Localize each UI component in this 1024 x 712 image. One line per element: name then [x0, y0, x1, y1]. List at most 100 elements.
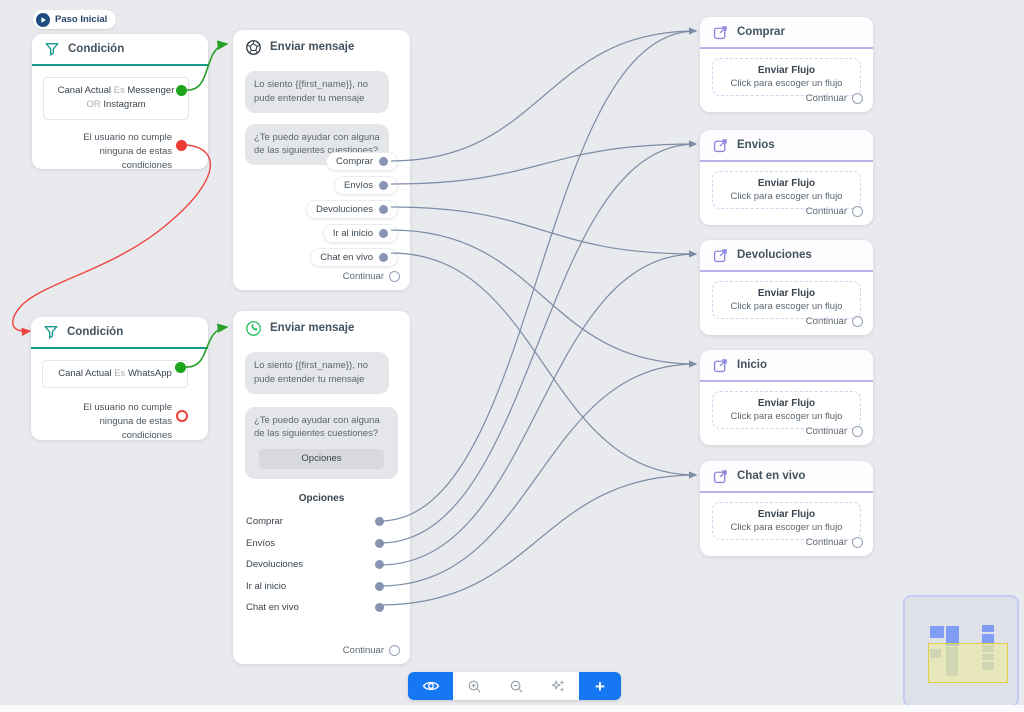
option-label: Comprar: [246, 516, 283, 527]
continue-row[interactable]: Continuar: [806, 93, 863, 104]
option-output-port[interactable]: [375, 603, 384, 612]
choose-flow-button[interactable]: Enviar Flujo Click para escoger un flujo: [712, 171, 861, 209]
choose-flow-subtitle: Click para escoger un flujo: [717, 78, 856, 89]
canvas-toolbar: +: [408, 672, 621, 700]
button-output-port[interactable]: [379, 229, 388, 238]
quick-reply-button[interactable]: Devoluciones: [306, 200, 398, 219]
whatsapp-channel-icon: [245, 320, 262, 337]
quick-reply-button[interactable]: Comprar: [326, 152, 398, 171]
button-output-port[interactable]: [379, 253, 388, 262]
choose-flow-title: Enviar Flujo: [717, 288, 856, 299]
continue-output-port[interactable]: [852, 426, 863, 437]
external-link-icon: [712, 247, 729, 264]
option-row[interactable]: Envíos: [233, 533, 410, 555]
add-step-button[interactable]: +: [579, 672, 621, 700]
condition-node-whatsapp[interactable]: Condición Canal Actual Es WhatsApp El us…: [31, 317, 208, 440]
message-bubble-text: ¿Te puedo ayudar con alguna de las sigui…: [254, 415, 380, 440]
continue-row[interactable]: Continuar: [806, 316, 863, 327]
zoom-out-button[interactable]: [495, 672, 537, 700]
continue-output-port[interactable]: [389, 271, 400, 282]
continue-row[interactable]: Continuar: [343, 271, 400, 282]
continue-label: Continuar: [806, 426, 847, 437]
plus-icon: +: [595, 678, 605, 695]
continue-row[interactable]: Continuar: [343, 645, 400, 656]
option-row[interactable]: Comprar: [233, 511, 410, 533]
rule-value: Messenger: [127, 85, 174, 96]
continue-row[interactable]: Continuar: [806, 206, 863, 217]
choose-flow-title: Enviar Flujo: [717, 65, 856, 76]
option-output-port[interactable]: [375, 560, 384, 569]
choose-flow-subtitle: Click para escoger un flujo: [717, 522, 856, 533]
choose-flow-title: Enviar Flujo: [717, 178, 856, 189]
minimap[interactable]: [903, 595, 1019, 707]
option-output-port[interactable]: [375, 517, 384, 526]
quick-reply-label: Ir al inicio: [333, 228, 373, 239]
quick-reply-button[interactable]: Envíos: [334, 176, 398, 195]
message-node-header: Enviar mensaje: [233, 30, 410, 62]
start-step-badge[interactable]: Paso Inicial: [33, 10, 116, 29]
external-link-icon: [712, 137, 729, 154]
continue-output-port[interactable]: [389, 645, 400, 656]
rule-operator: Es: [114, 85, 125, 96]
send-flow-node[interactable]: Envios Enviar Flujo Click para escoger u…: [700, 130, 873, 225]
flow-node-title: Comprar: [737, 26, 785, 38]
continue-output-port[interactable]: [852, 537, 863, 548]
option-output-port[interactable]: [375, 539, 384, 548]
message-bubble[interactable]: Lo siento {{first_name}}, no pude entend…: [245, 352, 389, 394]
zoom-in-button[interactable]: [453, 672, 495, 700]
option-label: Devoluciones: [246, 559, 303, 570]
send-flow-node[interactable]: Devoluciones Enviar Flujo Click para esc…: [700, 240, 873, 335]
output-port-else[interactable]: [176, 140, 187, 151]
choose-flow-button[interactable]: Enviar Flujo Click para escoger un flujo: [712, 281, 861, 319]
rule-operator: Es: [114, 368, 125, 379]
zoom-in-icon: [467, 679, 482, 694]
button-output-port[interactable]: [379, 157, 388, 166]
quick-reply-button[interactable]: Ir al inicio: [323, 224, 398, 243]
send-flow-node[interactable]: Inicio Enviar Flujo Click para escoger u…: [700, 350, 873, 445]
continue-output-port[interactable]: [852, 206, 863, 217]
filter-icon: [43, 324, 59, 340]
rule-field: Canal Actual: [58, 85, 111, 96]
flow-canvas[interactable]: Paso Inicial Condición Canal Actual Es M…: [0, 0, 1024, 712]
choose-flow-button[interactable]: Enviar Flujo Click para escoger un flujo: [712, 58, 861, 96]
condition-rule[interactable]: Canal Actual Es WhatsApp: [42, 360, 188, 388]
minimap-viewport[interactable]: [928, 643, 1008, 683]
output-port-match[interactable]: [175, 362, 186, 373]
option-row[interactable]: Ir al inicio: [233, 576, 410, 598]
continue-output-port[interactable]: [852, 93, 863, 104]
choose-flow-title: Enviar Flujo: [717, 398, 856, 409]
option-row[interactable]: Chat en vivo: [233, 597, 410, 619]
output-port-else[interactable]: [176, 410, 188, 422]
condition-node-messenger[interactable]: Condición Canal Actual Es Messenger OR I…: [32, 34, 208, 169]
flow-node-header: Inicio: [700, 350, 873, 382]
button-output-port[interactable]: [379, 181, 388, 190]
send-message-node-messenger[interactable]: Enviar mensaje Lo siento {{first_name}},…: [233, 30, 410, 290]
choose-flow-button[interactable]: Enviar Flujo Click para escoger un flujo: [712, 391, 861, 429]
zoom-out-icon: [509, 679, 524, 694]
condition-node-header: Condición: [32, 34, 208, 66]
option-row[interactable]: Devoluciones: [233, 554, 410, 576]
option-label: Chat en vivo: [246, 602, 299, 613]
options-menu-button[interactable]: Opciones: [259, 449, 383, 469]
quick-reply-button[interactable]: Chat en vivo: [310, 248, 398, 267]
choose-flow-subtitle: Click para escoger un flujo: [717, 301, 856, 312]
continue-row[interactable]: Continuar: [806, 537, 863, 548]
choose-flow-button[interactable]: Enviar Flujo Click para escoger un flujo: [712, 502, 861, 540]
auto-arrange-button[interactable]: [537, 672, 579, 700]
condition-rule[interactable]: Canal Actual Es Messenger OR Instagram: [43, 77, 189, 120]
send-flow-node[interactable]: Comprar Enviar Flujo Click para escoger …: [700, 17, 873, 112]
quick-reply-label: Devoluciones: [316, 204, 373, 215]
fit-view-button[interactable]: [408, 672, 453, 700]
flow-node-title: Chat en vivo: [737, 470, 805, 482]
output-port-match[interactable]: [176, 85, 187, 96]
continue-row[interactable]: Continuar: [806, 426, 863, 437]
continue-output-port[interactable]: [852, 316, 863, 327]
flow-node-title: Devoluciones: [737, 249, 812, 261]
send-message-node-whatsapp[interactable]: Enviar mensaje Lo siento {{first_name}},…: [233, 311, 410, 664]
flow-node-header: Envios: [700, 130, 873, 162]
option-output-port[interactable]: [375, 582, 384, 591]
button-output-port[interactable]: [379, 205, 388, 214]
send-flow-node[interactable]: Chat en vivo Enviar Flujo Click para esc…: [700, 461, 873, 556]
message-bubble[interactable]: Lo siento {{first_name}}, no pude entend…: [245, 71, 389, 113]
node-title: Enviar mensaje: [270, 322, 354, 334]
